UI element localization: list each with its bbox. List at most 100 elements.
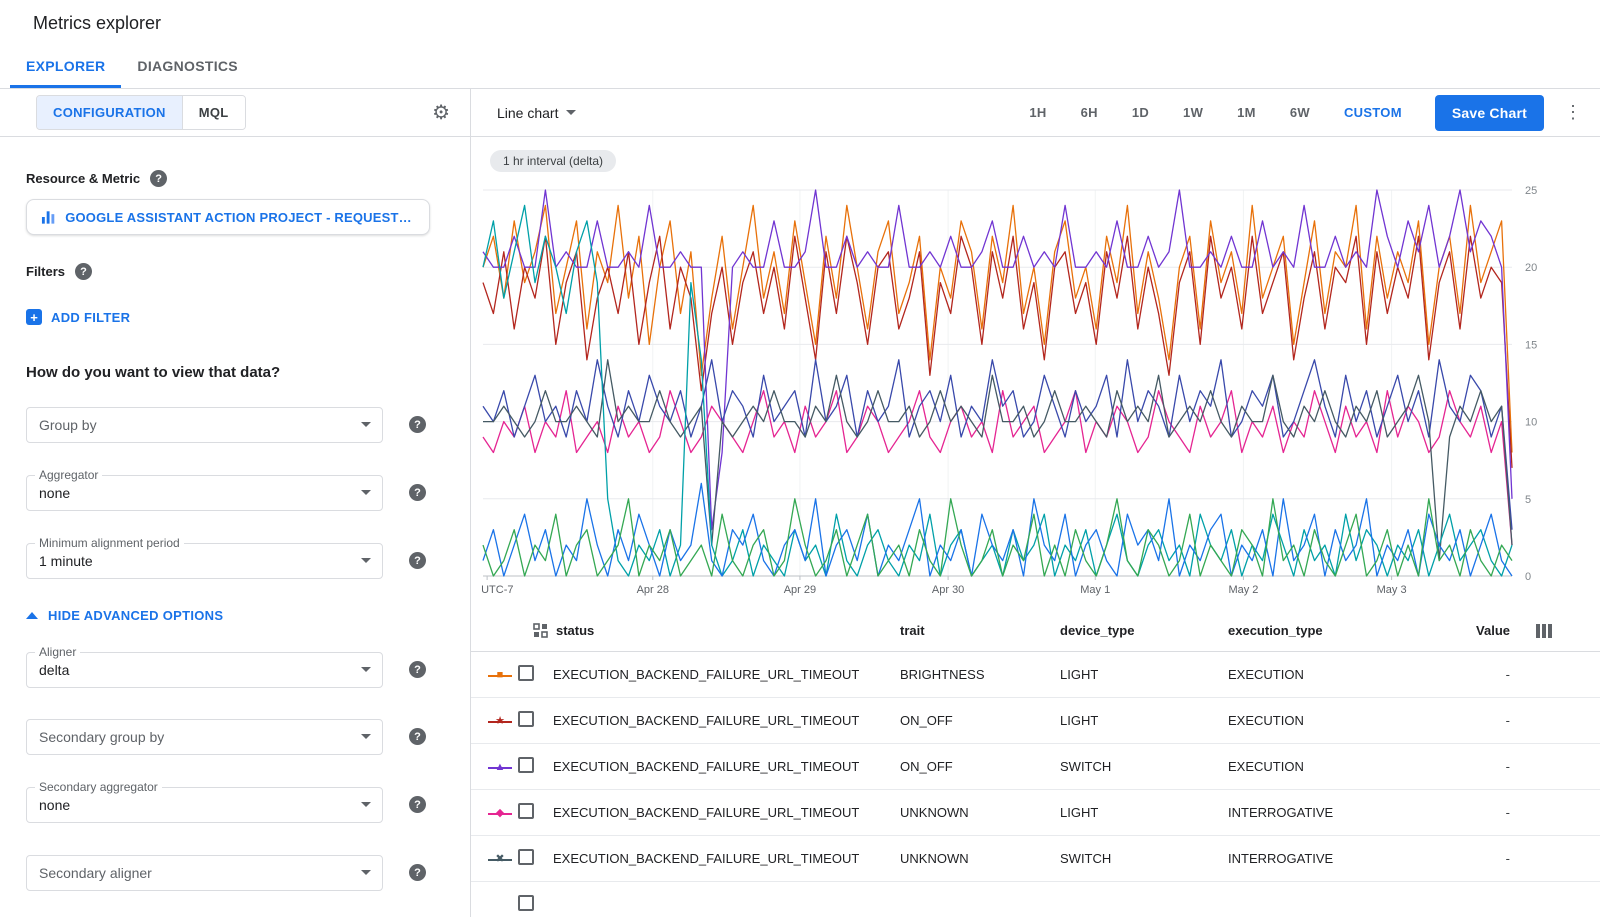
table-body: ■EXECUTION_BACKEND_FAILURE_URL_TIMEOUTBR… <box>471 652 1600 917</box>
help-icon[interactable]: ? <box>150 170 167 187</box>
range-1d-button[interactable]: 1D <box>1132 105 1149 120</box>
svg-text:May 1: May 1 <box>1080 584 1110 596</box>
more-options-icon[interactable]: ⋮ <box>1564 102 1582 123</box>
min-alignment-period-select[interactable]: Minimum alignment period 1 minute <box>26 543 383 579</box>
hide-advanced-options-toggle[interactable]: HIDE ADVANCED OPTIONS <box>26 608 223 623</box>
secondary-group-by-select[interactable]: Secondary group by <box>26 719 383 755</box>
secondary-aggregator-value: none <box>39 797 70 813</box>
tab-explorer[interactable]: EXPLORER <box>10 46 121 88</box>
secondary-aligner-select[interactable]: Secondary aligner <box>26 855 383 891</box>
help-icon[interactable]: ? <box>409 728 426 745</box>
cell-trait: ON_OFF <box>900 759 1060 774</box>
range-1h-button[interactable]: 1H <box>1029 105 1046 120</box>
min-alignment-label: Minimum alignment period <box>35 536 184 550</box>
chart-type-dropdown[interactable]: Line chart <box>497 105 576 121</box>
svg-text:15: 15 <box>1525 339 1537 351</box>
aggregator-value: none <box>39 485 70 501</box>
series-marker: ◆ <box>488 807 512 821</box>
chevron-down-icon <box>361 490 371 495</box>
svg-text:UTC-7: UTC-7 <box>481 584 513 596</box>
svg-text:10: 10 <box>1525 417 1537 429</box>
tab-bar: EXPLORER DIAGNOSTICS <box>0 46 1600 89</box>
column-settings-icon[interactable] <box>1510 624 1552 638</box>
row-checkbox[interactable] <box>518 849 534 865</box>
group-by-placeholder: Group by <box>39 417 97 433</box>
metric-selector-button[interactable]: GOOGLE ASSISTANT ACTION PROJECT - REQUES… <box>26 199 430 235</box>
configuration-tab[interactable]: CONFIGURATION <box>37 96 182 129</box>
metrics-explorer-app: Metrics explorer EXPLORER DIAGNOSTICS CO… <box>0 0 1600 917</box>
save-chart-button[interactable]: Save Chart <box>1435 95 1544 131</box>
svg-text:0: 0 <box>1525 571 1531 583</box>
svg-text:May 2: May 2 <box>1228 584 1258 596</box>
help-icon[interactable]: ? <box>409 416 426 433</box>
col-execution-type: execution_type <box>1228 623 1420 638</box>
series-marker: ✖ <box>488 853 512 867</box>
config-panel: CONFIGURATION MQL ⚙ Resource & Metric ? <box>0 89 471 917</box>
row-checkbox[interactable] <box>518 895 534 911</box>
cell-trait: BRIGHTNESS <box>900 667 1060 682</box>
help-icon[interactable]: ? <box>409 864 426 881</box>
series-marker: ★ <box>488 715 512 729</box>
aligner-label: Aligner <box>35 645 80 659</box>
secondary-aggregator-select[interactable]: Secondary aggregator none <box>26 787 383 823</box>
settings-gear-icon[interactable]: ⚙ <box>432 103 450 123</box>
row-checkbox[interactable] <box>518 803 534 819</box>
interval-chip: 1 hr interval (delta) <box>490 150 616 172</box>
tab-diagnostics[interactable]: DIAGNOSTICS <box>121 46 254 88</box>
resource-metric-label: Resource & Metric <box>26 171 140 186</box>
chevron-up-icon <box>26 612 38 619</box>
cell-trait: UNKNOWN <box>900 805 1060 820</box>
chevron-down-icon <box>361 734 371 739</box>
cell-value: - <box>1420 805 1510 820</box>
svg-text:20: 20 <box>1525 262 1537 274</box>
help-icon[interactable]: ? <box>409 796 426 813</box>
time-range-group: 1H 6H 1D 1W 1M 6W <box>1029 105 1310 120</box>
add-filter-button[interactable]: + ADD FILTER <box>26 309 130 325</box>
aligner-select[interactable]: Aligner delta <box>26 652 383 688</box>
min-alignment-value: 1 minute <box>39 553 93 569</box>
help-icon[interactable]: ? <box>409 661 426 678</box>
cell-device-type: SWITCH <box>1060 851 1228 866</box>
secondary-aggregator-label: Secondary aggregator <box>35 780 162 794</box>
chevron-down-icon <box>361 558 371 563</box>
col-value: Value <box>1420 623 1510 638</box>
main-area: CONFIGURATION MQL ⚙ Resource & Metric ? <box>0 89 1600 917</box>
help-icon[interactable]: ? <box>409 484 426 501</box>
table-row: ◆EXECUTION_BACKEND_FAILURE_URL_TIMEOUTUN… <box>471 790 1600 836</box>
cell-execution-type: EXECUTION <box>1228 713 1420 728</box>
cell-value: - <box>1420 667 1510 682</box>
filters-label: Filters <box>26 264 65 279</box>
chart-type-label: Line chart <box>497 105 558 121</box>
cell-execution-type: EXECUTION <box>1228 759 1420 774</box>
row-checkbox[interactable] <box>518 711 534 727</box>
aggregator-select[interactable]: Aggregator none <box>26 475 383 511</box>
range-custom-button[interactable]: CUSTOM <box>1344 105 1402 120</box>
cell-trait: ON_OFF <box>900 713 1060 728</box>
range-1m-button[interactable]: 1M <box>1237 105 1256 120</box>
range-6h-button[interactable]: 6H <box>1081 105 1098 120</box>
plus-icon: + <box>26 309 42 325</box>
range-1w-button[interactable]: 1W <box>1183 105 1203 120</box>
svg-text:25: 25 <box>1525 185 1537 197</box>
config-toolbar: CONFIGURATION MQL ⚙ <box>0 89 470 137</box>
bar-chart-icon <box>41 210 56 224</box>
row-checkbox[interactable] <box>518 665 534 681</box>
chevron-down-icon <box>361 870 371 875</box>
range-6w-button[interactable]: 6W <box>1290 105 1310 120</box>
secondary-group-by-placeholder: Secondary group by <box>39 729 164 745</box>
series-marker: ▲ <box>488 761 512 775</box>
advanced-toggle-label: HIDE ADVANCED OPTIONS <box>48 608 223 623</box>
cell-device-type: LIGHT <box>1060 713 1228 728</box>
grid-icon[interactable] <box>533 623 548 638</box>
row-checkbox[interactable] <box>518 757 534 773</box>
group-by-select[interactable]: Group by <box>26 407 383 443</box>
cell-value: - <box>1420 713 1510 728</box>
cell-device-type: LIGHT <box>1060 667 1228 682</box>
line-chart: 0510152025UTC-7Apr 28Apr 29Apr 30May 1Ma… <box>471 180 1600 605</box>
config-mql-toggle: CONFIGURATION MQL <box>36 95 246 130</box>
cell-status: EXECUTION_BACKEND_FAILURE_URL_TIMEOUT <box>553 759 900 774</box>
chart-area: 1 hr interval (delta) 0510152025UTC-7Apr… <box>471 137 1600 610</box>
help-icon[interactable]: ? <box>75 263 92 280</box>
help-icon[interactable]: ? <box>409 552 426 569</box>
mql-tab[interactable]: MQL <box>182 96 245 129</box>
